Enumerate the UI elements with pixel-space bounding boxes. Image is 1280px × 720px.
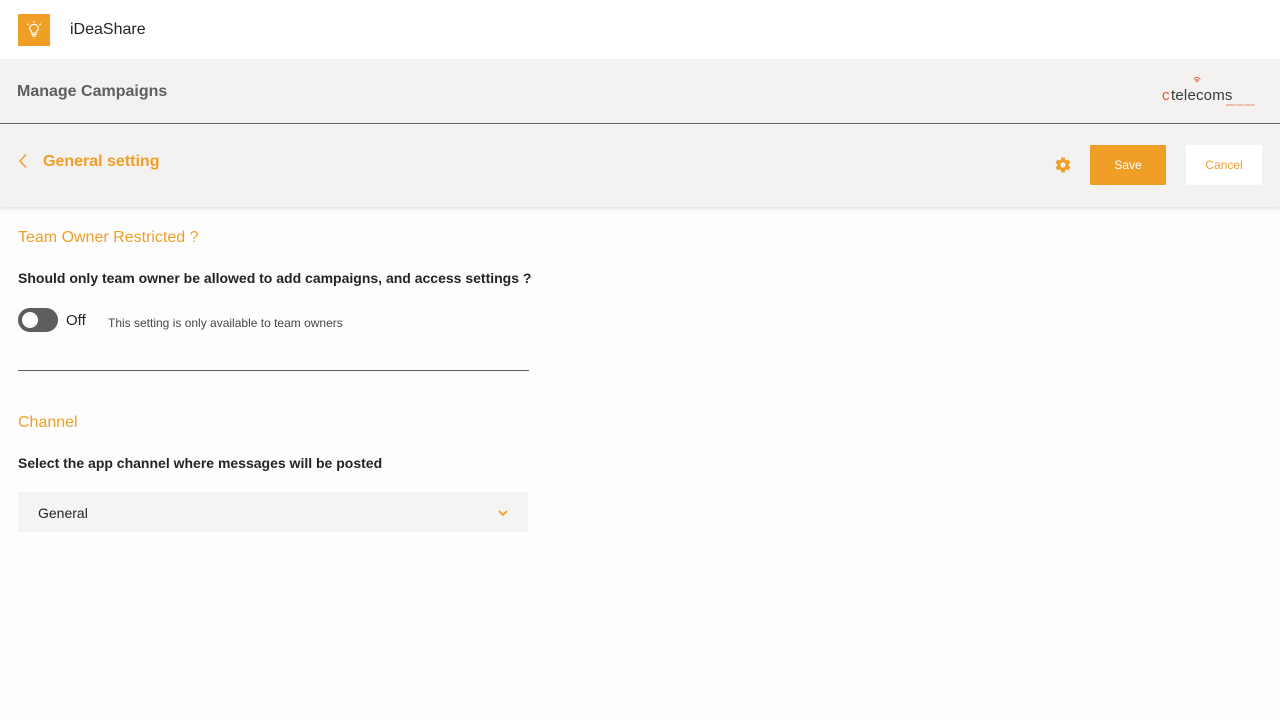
chevron-down-icon (498, 510, 508, 517)
top-bar: iDeaShare (0, 0, 1280, 59)
gear-icon[interactable] (1054, 156, 1072, 174)
section-divider (18, 370, 529, 371)
page-title: Manage Campaigns (17, 83, 168, 100)
svg-text:SMART SOLUTIONS: SMART SOLUTIONS (1226, 103, 1255, 107)
channel-title: Channel (18, 414, 78, 431)
team-owner-restricted-description: Should only team owner be allowed to add… (18, 270, 532, 286)
svg-text:telecoms: telecoms (1171, 87, 1233, 104)
chevron-left-icon (19, 154, 27, 168)
team-owner-restricted-toggle[interactable] (18, 308, 58, 332)
svg-text:c: c (1162, 87, 1170, 104)
toggle-state-label: Off (66, 312, 86, 329)
channel-dropdown-value: General (38, 505, 88, 521)
toggle-knob (22, 312, 38, 328)
lightbulb-icon (18, 14, 50, 46)
app-name: iDeaShare (70, 21, 146, 38)
channel-dropdown[interactable]: General (18, 492, 528, 532)
team-owner-only-note: This setting is only available to team o… (108, 316, 343, 330)
back-button[interactable] (14, 151, 32, 171)
section-header-title: General setting (43, 153, 160, 170)
page-header: Manage Campaigns c telecoms SMART SOLUTI… (0, 59, 1280, 124)
ctelecoms-logo: c telecoms SMART SOLUTIONS (1160, 74, 1266, 108)
team-owner-restricted-title: Team Owner Restricted ? (18, 229, 199, 246)
save-button[interactable]: Save (1090, 145, 1166, 185)
channel-description: Select the app channel where messages wi… (18, 455, 383, 471)
cancel-button[interactable]: Cancel (1186, 145, 1262, 185)
settings-toolbar: General setting (0, 125, 1280, 207)
